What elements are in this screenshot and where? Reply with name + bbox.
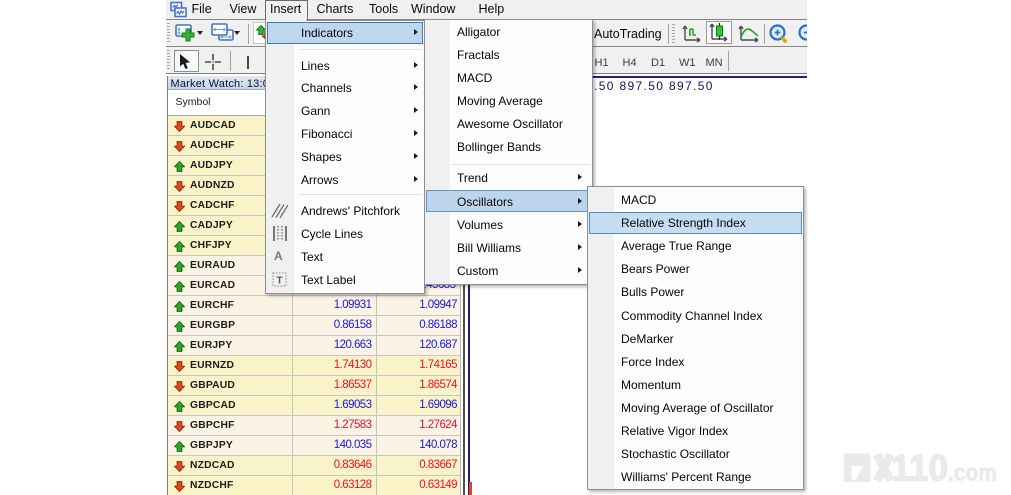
- svg-text:.com: .com: [948, 460, 997, 484]
- svg-text:110: 110: [891, 452, 948, 483]
- svg-text:T: T: [276, 276, 282, 287]
